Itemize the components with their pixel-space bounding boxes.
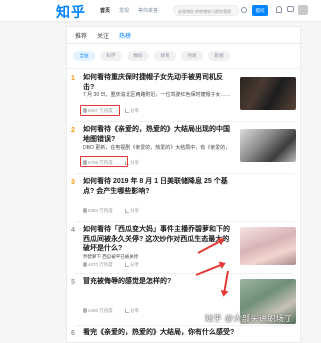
- fire-icon: [83, 208, 87, 213]
- item-title[interactable]: 看完《亲爱的，热爱的》大结局，你有什么感受?: [83, 328, 293, 338]
- heat-metric: 4870 万热度: [83, 262, 113, 268]
- item-excerpt[interactable]: 乔碧萝下 西瓜被平已被关停: [83, 253, 233, 260]
- watermark: 知乎 @大部头讲职场了: [205, 314, 293, 323]
- share-label: 分享: [130, 108, 139, 113]
- divider: [75, 273, 294, 274]
- share-label: 分享: [130, 160, 139, 165]
- search-input[interactable]: 宏观博弈 转转博弈小群你我探: [173, 5, 239, 16]
- main-nav: 首页 发现 等你来答: [100, 7, 158, 14]
- tab-recommend[interactable]: 推荐: [75, 31, 87, 40]
- share-button[interactable]: 分享: [125, 208, 139, 214]
- highlight-box: [80, 105, 120, 116]
- chip-fashion[interactable]: 时尚: [181, 51, 203, 61]
- share-label: 分享: [130, 262, 139, 267]
- tab-follow[interactable]: 关注: [97, 31, 109, 40]
- share-icon: [125, 309, 129, 313]
- hot-list-item[interactable]: 4 如何看待「西瓜变大妈」事件主播乔碧萝和下的西瓜间被永久关停? 这次炒作对西瓜…: [67, 225, 302, 271]
- category-chips: 全站 科学 数码 体育 时尚 影视: [73, 51, 230, 61]
- hot-list-item[interactable]: 3 如何看待 2019 年 8 月 1 日美联储降息 25 个基点? 会产生哪些…: [67, 177, 302, 219]
- divider: [75, 121, 294, 122]
- divider: [75, 173, 294, 174]
- item-thumbnail[interactable]: [240, 129, 296, 162]
- heat-value: 5384 万热度: [88, 208, 113, 213]
- item-thumbnail[interactable]: [240, 77, 296, 110]
- nav-waiting-answers[interactable]: 等你来答: [138, 7, 158, 14]
- tab-hot-list[interactable]: 热榜: [119, 31, 131, 40]
- share-button[interactable]: 分享: [125, 262, 139, 268]
- hot-list-card: 推荐 关注 热榜 全站 科学 数码 体育 时尚 影视 1 如何看待重庆保时捷帽子…: [66, 26, 302, 343]
- item-thumbnail[interactable]: [240, 227, 296, 265]
- nav-home[interactable]: 首页: [100, 7, 110, 14]
- avatar[interactable]: [298, 5, 308, 15]
- top-bar: 知乎 首页 发现 等你来答 宏观博弈 转转博弈小群你我探 提问: [0, 0, 321, 22]
- fire-icon: [83, 308, 87, 313]
- rank-number: 6: [71, 330, 75, 337]
- share-button[interactable]: 分享: [125, 308, 139, 314]
- hot-list-item[interactable]: 6 看完《亲爱的，热爱的》大结局，你有什么感受?: [67, 328, 302, 342]
- zhihu-logo[interactable]: 知乎: [56, 2, 86, 22]
- chip-all[interactable]: 全站: [73, 51, 95, 61]
- item-title[interactable]: 如何看待《亲爱的，热爱的》大结局出现的中国地图错误?: [83, 125, 233, 144]
- share-button[interactable]: 分享: [125, 108, 139, 114]
- heat-metric: 3480 万热度: [83, 308, 113, 314]
- item-title[interactable]: 如何看待 2019 年 8 月 1 日美联储降息 25 个基点? 会产生哪些影响…: [83, 177, 233, 196]
- divider: [67, 68, 302, 69]
- chip-science[interactable]: 科学: [100, 51, 122, 61]
- chip-sports[interactable]: 体育: [154, 51, 176, 61]
- rank-number: 2: [71, 127, 75, 134]
- ask-button[interactable]: 提问: [252, 5, 268, 16]
- heat-metric: 5384 万热度: [83, 208, 113, 214]
- item-excerpt[interactable]: 7 月 30 日，重庆渝北区两路附近，一位驾驶红色保时捷帽子女……: [83, 92, 233, 99]
- heat-value: 4870 万热度: [88, 262, 113, 267]
- divider: [67, 43, 302, 44]
- rank-number: 5: [71, 279, 75, 286]
- share-icon: [125, 263, 129, 267]
- highlight-box: [80, 156, 128, 167]
- feed-tabs: 推荐 关注 热榜: [75, 31, 131, 40]
- chip-film[interactable]: 影视: [208, 51, 230, 61]
- share-label: 分享: [130, 208, 139, 213]
- divider: [75, 221, 294, 222]
- item-title[interactable]: 如何看待重庆保时捷帽子女先动手被男司机反击?: [83, 73, 233, 92]
- fire-icon: [83, 262, 87, 267]
- notification-bell-icon[interactable]: [276, 6, 282, 13]
- heat-value: 3480 万热度: [88, 308, 113, 313]
- chip-digital[interactable]: 数码: [127, 51, 149, 61]
- nav-discover[interactable]: 发现: [119, 7, 129, 14]
- share-label: 分享: [130, 308, 139, 313]
- share-icon: [125, 109, 129, 113]
- item-title[interactable]: 冒充被侮辱的感觉是怎样的?: [83, 277, 233, 287]
- messages-icon[interactable]: [287, 6, 294, 12]
- rank-number: 1: [71, 75, 75, 82]
- item-title[interactable]: 如何看待「西瓜变大妈」事件主播乔碧萝和下的西瓜间被永久关停? 这次炒作对西瓜生态…: [83, 225, 233, 254]
- search-icon[interactable]: [241, 7, 247, 13]
- item-excerpt[interactable]: DBO 更新，在电视剧《亲爱的，热爱的》大结局中，有《亲爱的，: [83, 145, 233, 152]
- share-icon: [125, 209, 129, 213]
- divider: [75, 325, 294, 326]
- rank-number: 3: [71, 179, 75, 186]
- rank-number: 4: [71, 227, 75, 234]
